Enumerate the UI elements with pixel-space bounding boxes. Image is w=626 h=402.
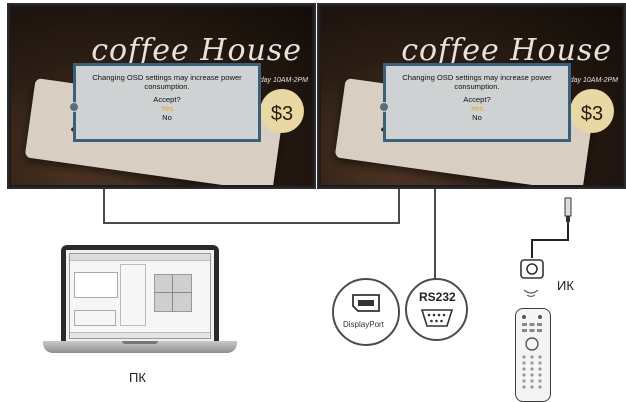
displayport-icon (352, 294, 380, 312)
app-settings-panel (120, 264, 146, 326)
display-right-screen: coffee House Sunday 10AM-2PM $3 Changing… (321, 7, 622, 185)
osd-dialog: Changing OSD settings may increase power… (69, 63, 261, 142)
app-status-bar (70, 332, 210, 338)
app-toolbar (70, 254, 210, 261)
osd-question: Accept? (153, 95, 181, 104)
laptop-display (66, 250, 214, 341)
control-software-window (69, 253, 211, 339)
app-log-box (74, 310, 116, 326)
display-left-screen: coffee House Sunday 10AM-2PM $3 Changing… (11, 7, 312, 185)
osd-dialog: Changing OSD settings may increase power… (379, 63, 571, 142)
osd-message-line1: Changing OSD settings may increase power (92, 73, 242, 82)
displayport-label: DisplayPort (343, 320, 384, 329)
osd-message-line1: Changing OSD settings may increase power (402, 73, 552, 82)
osd-message-line2: consumption. (144, 82, 190, 91)
displayport-link-cable (103, 222, 400, 224)
pc-label: ПК (129, 370, 146, 385)
display-right: coffee House Sunday 10AM-2PM $3 Changing… (317, 3, 626, 189)
rs232-label: RS232 (419, 290, 456, 304)
price-badge: $3 (570, 89, 614, 133)
osd-yes-option[interactable]: Yes (386, 104, 568, 113)
osd-side-dot (379, 102, 389, 112)
remote-control (515, 308, 551, 402)
osd-side-dot (69, 102, 79, 112)
osd-question: Accept? (463, 95, 491, 104)
db9-connector-icon (420, 309, 454, 327)
remote-buttons-icon (522, 315, 542, 389)
osd-yes-option[interactable]: Yes (76, 104, 258, 113)
ir-label: ИК (557, 278, 574, 293)
rs232-cable (434, 189, 436, 278)
app-video-wall-grid (154, 274, 192, 312)
price-badge: $3 (260, 89, 304, 133)
osd-no-option[interactable]: No (386, 113, 568, 122)
ir-signal-icon (523, 289, 539, 298)
app-device-list (74, 272, 118, 298)
laptop-notch (122, 341, 158, 344)
osd-message-line2: consumption. (454, 82, 500, 91)
displayport-link-cable (103, 189, 105, 224)
osd-no-option[interactable]: No (76, 113, 258, 122)
display-left: coffee House Sunday 10AM-2PM $3 Changing… (7, 3, 316, 189)
displayport-link-cable (398, 189, 400, 224)
ir-receiver-icon (520, 259, 544, 279)
